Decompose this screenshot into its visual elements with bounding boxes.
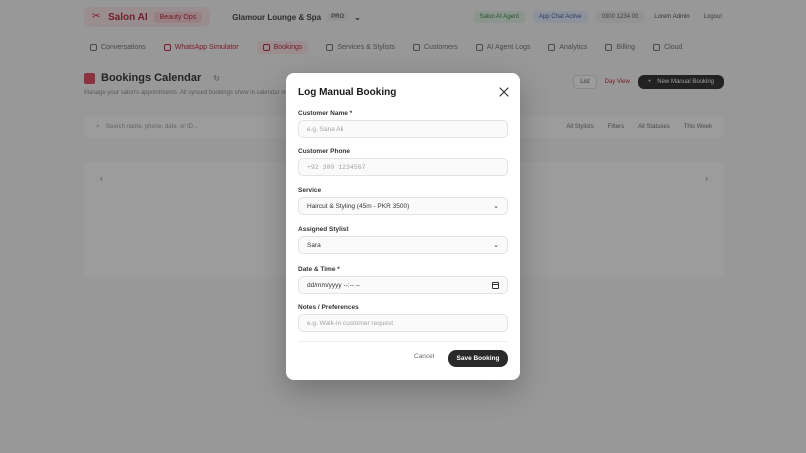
customer-name-label: Customer Name * bbox=[298, 110, 353, 117]
datetime-placeholder: dd/mm/yyyy --:-- -- bbox=[307, 281, 361, 289]
stylist-value: Sara bbox=[307, 241, 321, 249]
modal-divider bbox=[298, 341, 508, 342]
service-label: Service bbox=[298, 187, 322, 194]
modal-title: Log Manual Booking bbox=[298, 87, 397, 98]
calendar-icon[interactable] bbox=[492, 281, 499, 289]
customer-name-input[interactable]: e.g. Sana Ali bbox=[298, 120, 508, 138]
save-booking-button[interactable]: Save Booking bbox=[448, 350, 508, 367]
cancel-button[interactable]: Cancel bbox=[414, 353, 434, 360]
close-icon bbox=[499, 87, 509, 97]
close-button[interactable] bbox=[499, 87, 509, 97]
chevron-down-icon: ⌄ bbox=[493, 242, 499, 249]
service-select[interactable]: Haircut & Styling (45m - PKR 3500) ⌄ bbox=[298, 197, 508, 215]
stylist-select[interactable]: Sara ⌄ bbox=[298, 236, 508, 254]
notes-placeholder: e.g. Walk-in customer request bbox=[307, 319, 394, 327]
stylist-label: Assigned Stylist bbox=[298, 226, 349, 233]
datetime-label: Date & Time * bbox=[298, 266, 340, 273]
notes-label: Notes / Preferences bbox=[298, 304, 359, 311]
datetime-input[interactable]: dd/mm/yyyy --:-- -- bbox=[298, 276, 508, 294]
customer-phone-input[interactable]: +92 300 1234567 bbox=[298, 158, 508, 176]
log-booking-modal: Log Manual Booking Customer Name * e.g. … bbox=[286, 73, 520, 380]
customer-name-placeholder: e.g. Sana Ali bbox=[307, 125, 344, 133]
customer-phone-label: Customer Phone bbox=[298, 148, 351, 155]
notes-input[interactable]: e.g. Walk-in customer request bbox=[298, 314, 508, 332]
service-value: Haircut & Styling (45m - PKR 3500) bbox=[307, 202, 410, 210]
chevron-down-icon: ⌄ bbox=[493, 203, 499, 210]
customer-phone-placeholder: +92 300 1234567 bbox=[307, 163, 366, 171]
